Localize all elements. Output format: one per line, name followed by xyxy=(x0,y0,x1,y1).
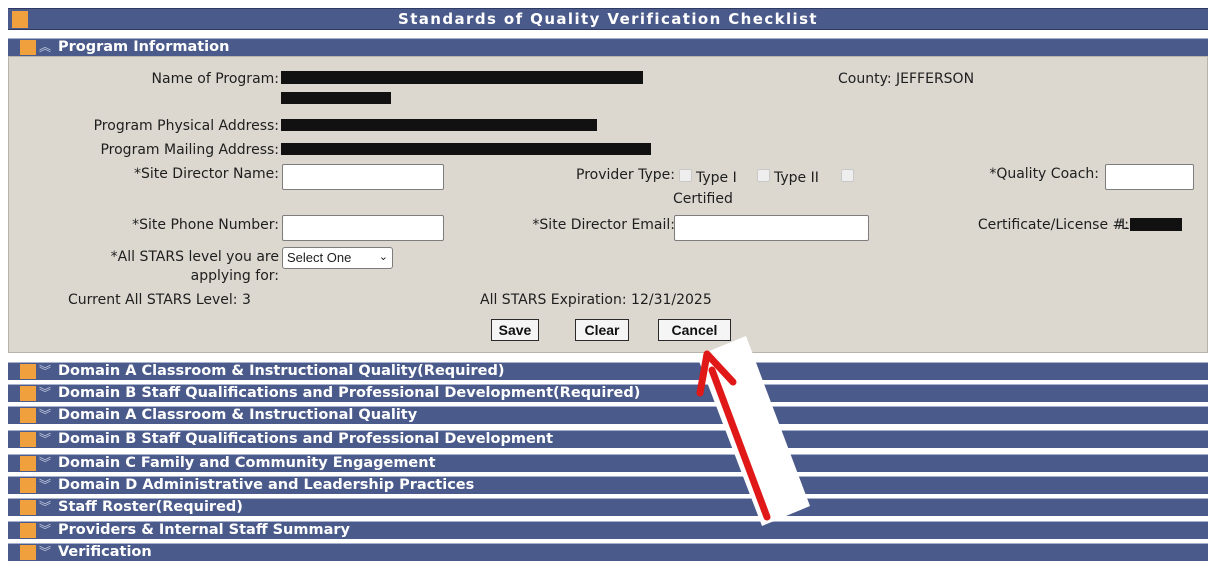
current-level-value: 3 xyxy=(241,292,251,308)
physical-address-label: Program Physical Address: xyxy=(93,118,279,134)
section-label: Program Information xyxy=(58,39,230,55)
section-label: Domain D Administrative and Leadership P… xyxy=(58,477,475,493)
type1-label: Type I xyxy=(696,170,737,186)
chevron-double-down-icon[interactable]: ︾ xyxy=(39,363,55,380)
section-square-icon xyxy=(20,408,36,423)
stars-level-select-value: Select One xyxy=(287,250,352,265)
redacted-mailing-address xyxy=(281,143,651,155)
section-header-providers-summary[interactable]: ︾ Providers & Internal Staff Summary xyxy=(8,521,1208,539)
expiration-label: All STARS Expiration: 12/31/2025 xyxy=(480,292,712,308)
section-label: Verification xyxy=(58,544,152,560)
county-label: County: JEFFERSON xyxy=(838,71,975,87)
section-square-icon xyxy=(20,478,36,493)
chevron-double-down-icon[interactable]: ︾ xyxy=(39,407,55,424)
type2-checkbox[interactable] xyxy=(757,169,770,182)
chevron-double-up-icon[interactable]: ︽ xyxy=(39,39,55,56)
cancel-button[interactable]: Cancel xyxy=(658,319,731,341)
name-of-program-label: Name of Program: xyxy=(151,71,279,87)
section-label: Domain A Classroom & Instructional Quali… xyxy=(58,363,505,379)
quality-coach-label: *Quality Coach: xyxy=(989,166,1099,182)
section-label: Domain B Staff Qualifications and Profes… xyxy=(58,385,641,401)
certified-checkbox[interactable] xyxy=(841,169,854,182)
redacted-program-name-line2 xyxy=(281,92,391,104)
current-level-label: Current All STARS Level: 3 xyxy=(68,292,251,308)
section-square-icon xyxy=(20,456,36,471)
section-label: Staff Roster(Required) xyxy=(58,499,243,515)
section-header-domain-a-required[interactable]: ︾ Domain A Classroom & Instructional Qua… xyxy=(8,362,1208,380)
provider-type-label: Provider Type: xyxy=(576,167,675,183)
section-header-staff-roster[interactable]: ︾ Staff Roster(Required) xyxy=(8,498,1208,516)
section-header-domain-c[interactable]: ︾ Domain C Family and Community Engageme… xyxy=(8,454,1208,472)
section-header-domain-b[interactable]: ︾ Domain B Staff Qualifications and Prof… xyxy=(8,430,1208,448)
type2-label: Type II xyxy=(774,170,819,186)
mailing-address-label: Program Mailing Address: xyxy=(100,142,279,158)
redacted-physical-address xyxy=(281,119,597,131)
section-square-icon xyxy=(20,432,36,447)
section-square-icon xyxy=(20,500,36,515)
section-header-domain-a[interactable]: ︾ Domain A Classroom & Instructional Qua… xyxy=(8,406,1208,424)
certified-label: Certified xyxy=(673,191,733,207)
certificate-prefix: L xyxy=(1121,217,1129,233)
site-director-name-label: *Site Director Name: xyxy=(133,166,279,182)
section-label: Domain A Classroom & Instructional Quali… xyxy=(58,407,418,423)
section-square-icon xyxy=(20,545,36,560)
section-header-program-information[interactable]: ︽ Program Information xyxy=(8,38,1208,56)
certificate-label: Certificate/License #: xyxy=(977,217,1129,233)
quality-coach-input[interactable] xyxy=(1105,164,1194,190)
section-header-domain-b-required[interactable]: ︾ Domain B Staff Qualifications and Prof… xyxy=(8,384,1208,402)
chevron-double-down-icon[interactable]: ︾ xyxy=(39,499,55,516)
section-header-domain-d[interactable]: ︾ Domain D Administrative and Leadership… xyxy=(8,476,1208,494)
section-square-icon xyxy=(20,386,36,401)
section-square-icon xyxy=(20,40,36,55)
chevron-double-down-icon[interactable]: ︾ xyxy=(39,477,55,494)
county-value: JEFFERSON xyxy=(896,71,975,87)
redacted-certificate-number xyxy=(1130,218,1182,231)
redacted-program-name xyxy=(281,71,643,84)
section-square-icon xyxy=(20,523,36,538)
chevron-double-down-icon[interactable]: ︾ xyxy=(39,385,55,402)
save-button[interactable]: Save xyxy=(491,319,539,341)
site-phone-label: *Site Phone Number: xyxy=(132,217,279,233)
site-director-email-label: *Site Director Email: xyxy=(532,217,675,233)
chevron-double-down-icon[interactable]: ︾ xyxy=(39,455,55,472)
page-header: Standards of Quality Verification Checkl… xyxy=(8,8,1208,30)
section-label: Domain C Family and Community Engagement xyxy=(58,455,436,471)
stars-level-label-line2: applying for: xyxy=(190,268,279,284)
site-phone-input[interactable] xyxy=(282,215,444,241)
stars-level-select[interactable]: Select One ⌄ xyxy=(282,247,393,269)
chevron-double-down-icon[interactable]: ︾ xyxy=(39,431,55,448)
section-label: Providers & Internal Staff Summary xyxy=(58,522,350,538)
expiration-value: 12/31/2025 xyxy=(631,292,712,308)
section-label: Domain B Staff Qualifications and Profes… xyxy=(58,431,554,447)
stars-level-label: *All STARS level you are xyxy=(110,249,279,265)
site-director-name-input[interactable] xyxy=(282,164,444,190)
chevron-double-down-icon[interactable]: ︾ xyxy=(39,544,55,561)
site-director-email-input[interactable] xyxy=(674,215,869,241)
section-square-icon xyxy=(20,364,36,379)
program-information-panel: Name of Program: County: JEFFERSON Progr… xyxy=(8,56,1208,353)
type1-checkbox[interactable] xyxy=(679,169,692,182)
clear-button[interactable]: Clear xyxy=(575,319,629,341)
chevron-down-icon: ⌄ xyxy=(378,251,388,263)
chevron-double-down-icon[interactable]: ︾ xyxy=(39,522,55,539)
section-header-verification[interactable]: ︾ Verification xyxy=(8,543,1208,561)
page-title: Standards of Quality Verification Checkl… xyxy=(398,10,818,28)
